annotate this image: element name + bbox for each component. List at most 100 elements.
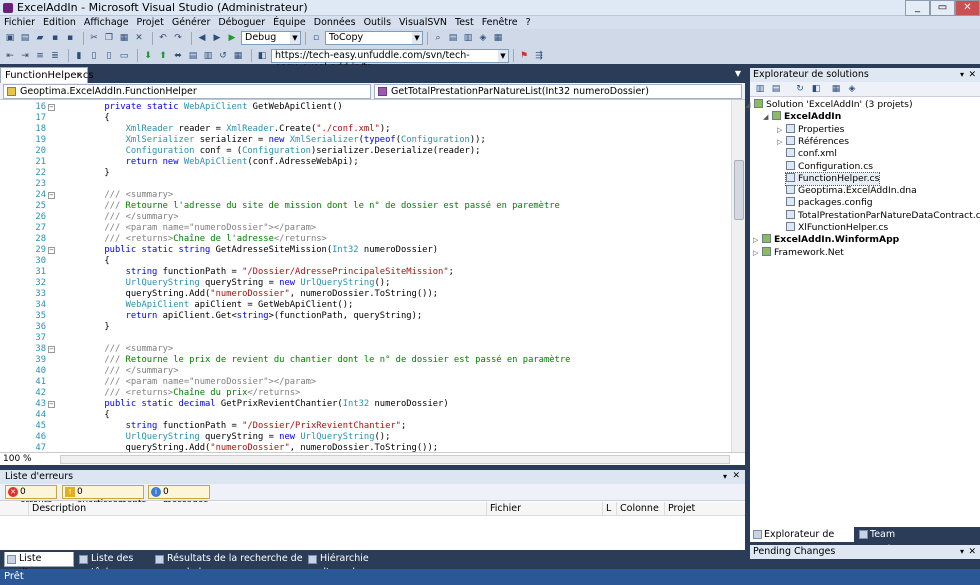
errors-filter-button[interactable]: ✕0 erreurs xyxy=(5,485,57,509)
code-line[interactable]: 45 string functionPath = "/Dossier/PrixR… xyxy=(0,421,731,432)
view-designer-icon[interactable]: ▦ xyxy=(830,83,842,95)
close-button[interactable]: ✕ xyxy=(955,0,980,16)
tree-item[interactable]: ▷ ExcelAddIn.WinformApp xyxy=(753,234,899,246)
cut-icon[interactable]: ✂ xyxy=(88,32,100,44)
svn-revert-icon[interactable]: ↺ xyxy=(217,50,229,62)
tab-dropdown-icon[interactable]: ▼ xyxy=(735,69,741,78)
tab-symbol-results[interactable]: Résultats de la recherche de symbole xyxy=(153,552,305,578)
expand-icon[interactable]: ◢ xyxy=(763,111,768,123)
navigate-forward-icon[interactable]: ▶ xyxy=(211,32,223,44)
view-code-icon[interactable]: ◧ xyxy=(810,83,822,95)
menu-item[interactable]: Générer xyxy=(172,17,211,28)
tree-item[interactable]: TotalPrestationParNatureDataContract.cs xyxy=(786,209,980,222)
refresh-icon[interactable]: ↻ xyxy=(794,83,806,95)
messages-filter-button[interactable]: i0 messages xyxy=(148,485,210,509)
tree-item[interactable]: ◢ ExcelAddIn xyxy=(763,111,841,123)
code-line[interactable]: 27 /// <param name="numeroDossier"></par… xyxy=(0,223,731,234)
svn-repo-icon[interactable]: ◧ xyxy=(256,50,268,62)
expand-icon[interactable]: ◢ xyxy=(745,99,750,111)
class-navigation-select[interactable]: Geoptima.ExcelAddIn.FunctionHelper xyxy=(3,84,371,99)
indent-icon[interactable]: ⇥ xyxy=(19,50,31,62)
tree-item[interactable]: FunctionHelper.cs xyxy=(784,171,881,186)
tab-solution-explorer[interactable]: Explorateur de solutions xyxy=(750,527,854,555)
properties-icon[interactable]: ▥ xyxy=(462,32,474,44)
svn-update-icon[interactable]: ⬇ xyxy=(142,50,154,62)
tab-functionhelper[interactable]: FunctionHelper.cs ✕ xyxy=(0,67,94,83)
collapse-icon[interactable]: − xyxy=(48,346,55,353)
collapse-icon[interactable]: − xyxy=(48,401,55,408)
svn-diff-icon[interactable]: ⬌ xyxy=(172,50,184,62)
copy-icon[interactable]: ❐ xyxy=(103,32,115,44)
svn-branch-icon[interactable]: ⚑ xyxy=(518,50,530,62)
svn-blame-icon[interactable]: ▥ xyxy=(202,50,214,62)
code-line[interactable]: 19 XmlSerializer serializer = new XmlSer… xyxy=(0,135,731,146)
properties-icon[interactable]: ▥ xyxy=(754,83,766,95)
collapse-icon[interactable]: − xyxy=(48,104,55,111)
code-line[interactable]: 47 queryString.Add("numeroDossier", nume… xyxy=(0,443,731,452)
menu-item[interactable]: Déboguer xyxy=(218,17,265,28)
code-line[interactable]: 35 return apiClient.Get<string>(function… xyxy=(0,311,731,322)
vertical-scrollbar[interactable] xyxy=(731,100,745,452)
open-icon[interactable]: ▰ xyxy=(34,32,46,44)
tab-error-list[interactable]: Liste d'erreurs xyxy=(4,552,74,578)
solution-config-select[interactable]: Debug ▼ xyxy=(241,31,301,45)
code-line[interactable]: 28 /// <returns>Chaîne de l'adresse</ret… xyxy=(0,234,731,245)
member-navigation-select[interactable]: GetTotalPrestationParNatureList(Int32 nu… xyxy=(374,84,742,99)
find-in-files-icon[interactable]: ⌕ xyxy=(432,32,444,44)
paste-icon[interactable]: ▦ xyxy=(118,32,130,44)
close-tab-icon[interactable]: ✕ xyxy=(76,68,83,83)
code-line[interactable]: 32 UrlQueryString queryString = new UrlQ… xyxy=(0,278,731,289)
object-browser-icon[interactable]: ◈ xyxy=(477,32,489,44)
menu-item[interactable]: Outils xyxy=(364,17,391,28)
code-line[interactable]: 36 } xyxy=(0,322,731,333)
bookmark-icon[interactable]: ▮ xyxy=(73,50,85,62)
minimize-button[interactable]: _ xyxy=(905,0,930,16)
horizontal-scrollbar[interactable] xyxy=(60,455,730,464)
tab-task-list[interactable]: Liste des tâches xyxy=(77,552,153,578)
col-description[interactable]: Description xyxy=(28,502,486,516)
scroll-thumb[interactable] xyxy=(734,160,744,220)
redo-icon[interactable]: ↷ xyxy=(172,32,184,44)
menu-item[interactable]: VisualSVN xyxy=(399,17,447,28)
col-project[interactable]: Projet xyxy=(664,502,745,516)
navigate-back-icon[interactable]: ◀ xyxy=(196,32,208,44)
code-line[interactable]: 39 /// Retourne le prix de revient du ch… xyxy=(0,355,731,366)
code-line[interactable]: 40 /// </summary> xyxy=(0,366,731,377)
code-line[interactable]: 38 /// <summary> − xyxy=(0,344,731,355)
expand-icon[interactable]: ▷ xyxy=(777,136,782,148)
pin-icon[interactable]: ▾ xyxy=(960,68,964,82)
menu-item[interactable]: Projet xyxy=(137,17,164,28)
code-line[interactable]: 43 public static decimal GetPrixRevientC… xyxy=(0,399,731,410)
code-line[interactable]: 16 private static WebApiClient GetWebApi… xyxy=(0,102,731,113)
code-line[interactable]: 46 UrlQueryString queryString = new UrlQ… xyxy=(0,432,731,443)
code-line[interactable]: 25 /// Retourne l'adresse du site de mis… xyxy=(0,201,731,212)
tab-call-hierarchy[interactable]: Hiérarchie d'appels xyxy=(306,552,396,578)
code-line[interactable]: 34 WebApiClient apiClient = GetWebApiCli… xyxy=(0,300,731,311)
code-line[interactable]: 30 { xyxy=(0,256,731,267)
code-line[interactable]: 23 xyxy=(0,179,731,190)
add-item-icon[interactable]: ▤ xyxy=(19,32,31,44)
expand-icon[interactable]: ▷ xyxy=(753,234,758,246)
delete-icon[interactable]: ✕ xyxy=(133,32,145,44)
svn-log-icon[interactable]: ▤ xyxy=(187,50,199,62)
tree-item[interactable]: packages.config xyxy=(786,197,873,209)
code-line[interactable]: 44 { xyxy=(0,410,731,421)
comment-icon[interactable]: ≡ xyxy=(34,50,46,62)
menu-item[interactable]: Données xyxy=(314,17,356,28)
new-project-icon[interactable]: ▣ xyxy=(4,32,16,44)
close-panel-icon[interactable]: ✕ xyxy=(732,471,740,481)
tab-team-explorer[interactable]: Team Explorer xyxy=(856,527,936,555)
warnings-filter-button[interactable]: !0 avertissements xyxy=(62,485,146,509)
solution-explorer-icon[interactable]: ▤ xyxy=(447,32,459,44)
code-editor[interactable]: 16 private static WebApiClient GetWebApi… xyxy=(0,100,731,452)
start-debug-icon[interactable]: ▶ xyxy=(226,32,238,44)
outdent-icon[interactable]: ⇤ xyxy=(4,50,16,62)
menu-item[interactable]: Équipe xyxy=(273,17,306,28)
tree-item[interactable]: Geoptima.ExcelAddIn.dna xyxy=(786,185,917,197)
col-column[interactable]: Colonne xyxy=(616,502,664,516)
undo-icon[interactable]: ↶ xyxy=(157,32,169,44)
code-line[interactable]: 26 /// </summary> xyxy=(0,212,731,223)
pin-icon[interactable]: ▾ xyxy=(960,545,964,559)
svn-url-combo[interactable]: https://tech-easy.unfuddle.com/svn/tech-… xyxy=(271,48,509,73)
menu-item[interactable]: Fenêtre xyxy=(482,17,518,28)
